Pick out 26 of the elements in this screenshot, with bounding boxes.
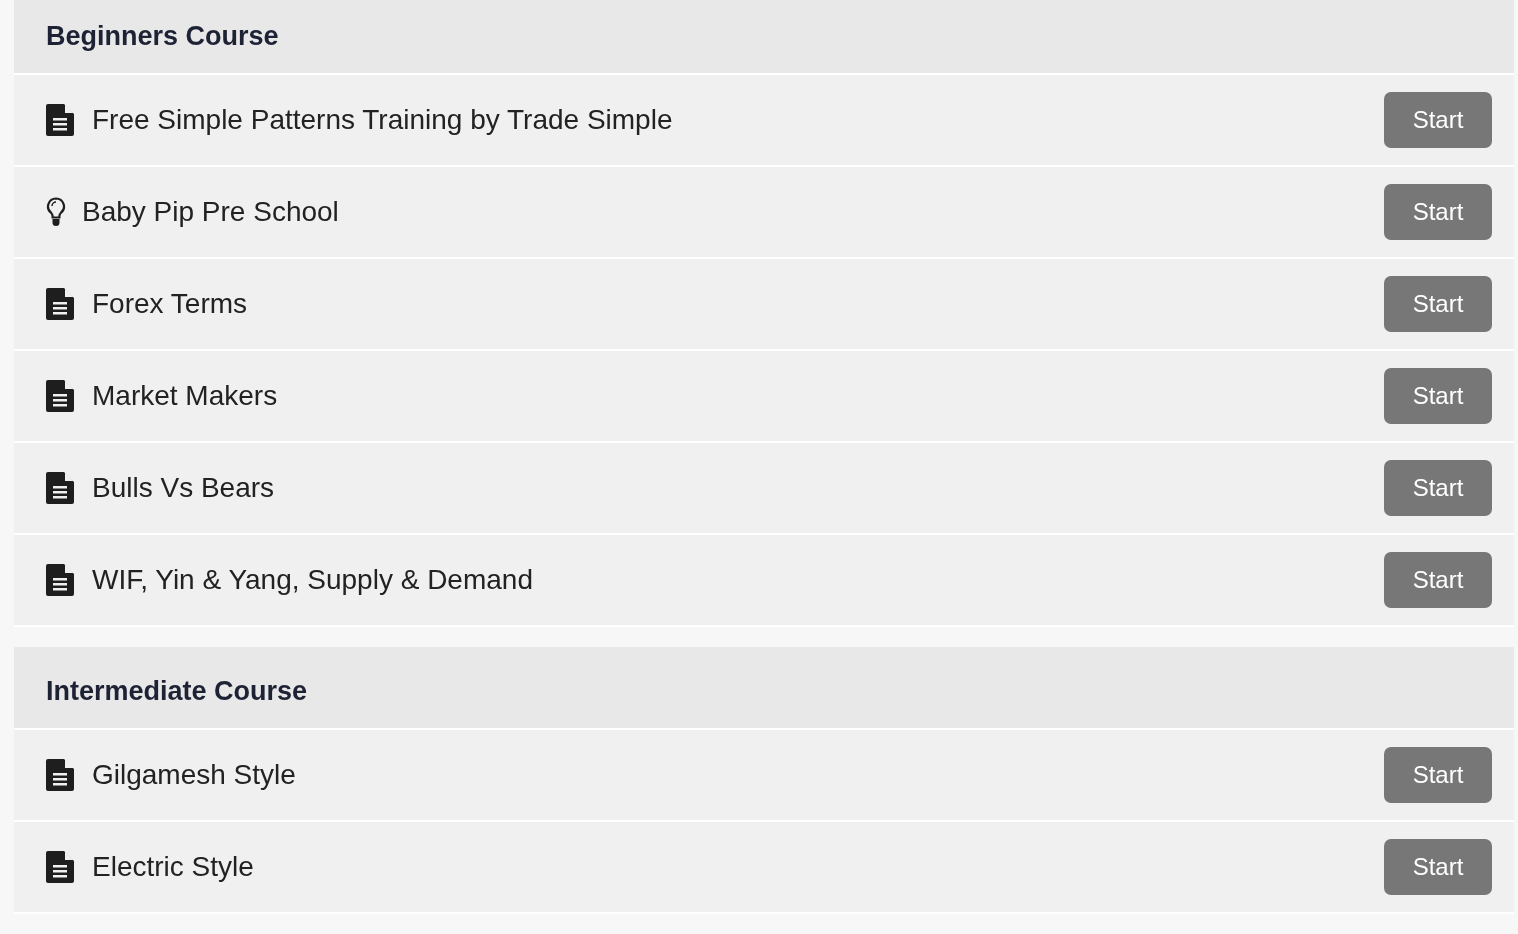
document-icon [46,288,74,320]
lesson-title: Free Simple Patterns Training by Trade Simple [92,104,674,136]
document-icon [46,759,74,791]
lesson-title: Electric Style [92,851,255,883]
start-button[interactable]: Start [1384,839,1492,895]
lightbulb-icon [46,197,66,227]
lesson-title: Forex Terms [92,288,249,320]
document-icon [46,380,74,412]
lesson-title: Bulls Vs Bears [92,472,276,504]
start-button[interactable]: Start [1384,552,1492,608]
start-button[interactable]: Start [1384,92,1492,148]
document-icon [46,472,74,504]
section-title: Beginners Course [46,20,279,52]
lesson-title: Market Makers [92,380,279,412]
lesson-title: Gilgamesh Style [92,759,297,791]
start-button[interactable]: Start [1384,368,1492,424]
lesson-title: WIF, Yin & Yang, Supply & Demand [92,564,534,596]
section-title: Intermediate Course [46,675,308,707]
start-button[interactable]: Start [1384,184,1492,240]
lesson-title: Baby Pip Pre School [82,196,340,228]
document-icon [46,851,74,883]
document-icon [46,564,74,596]
start-button[interactable]: Start [1384,460,1492,516]
document-icon [46,104,74,136]
start-button[interactable]: Start [1384,276,1492,332]
start-button[interactable]: Start [1384,747,1492,803]
